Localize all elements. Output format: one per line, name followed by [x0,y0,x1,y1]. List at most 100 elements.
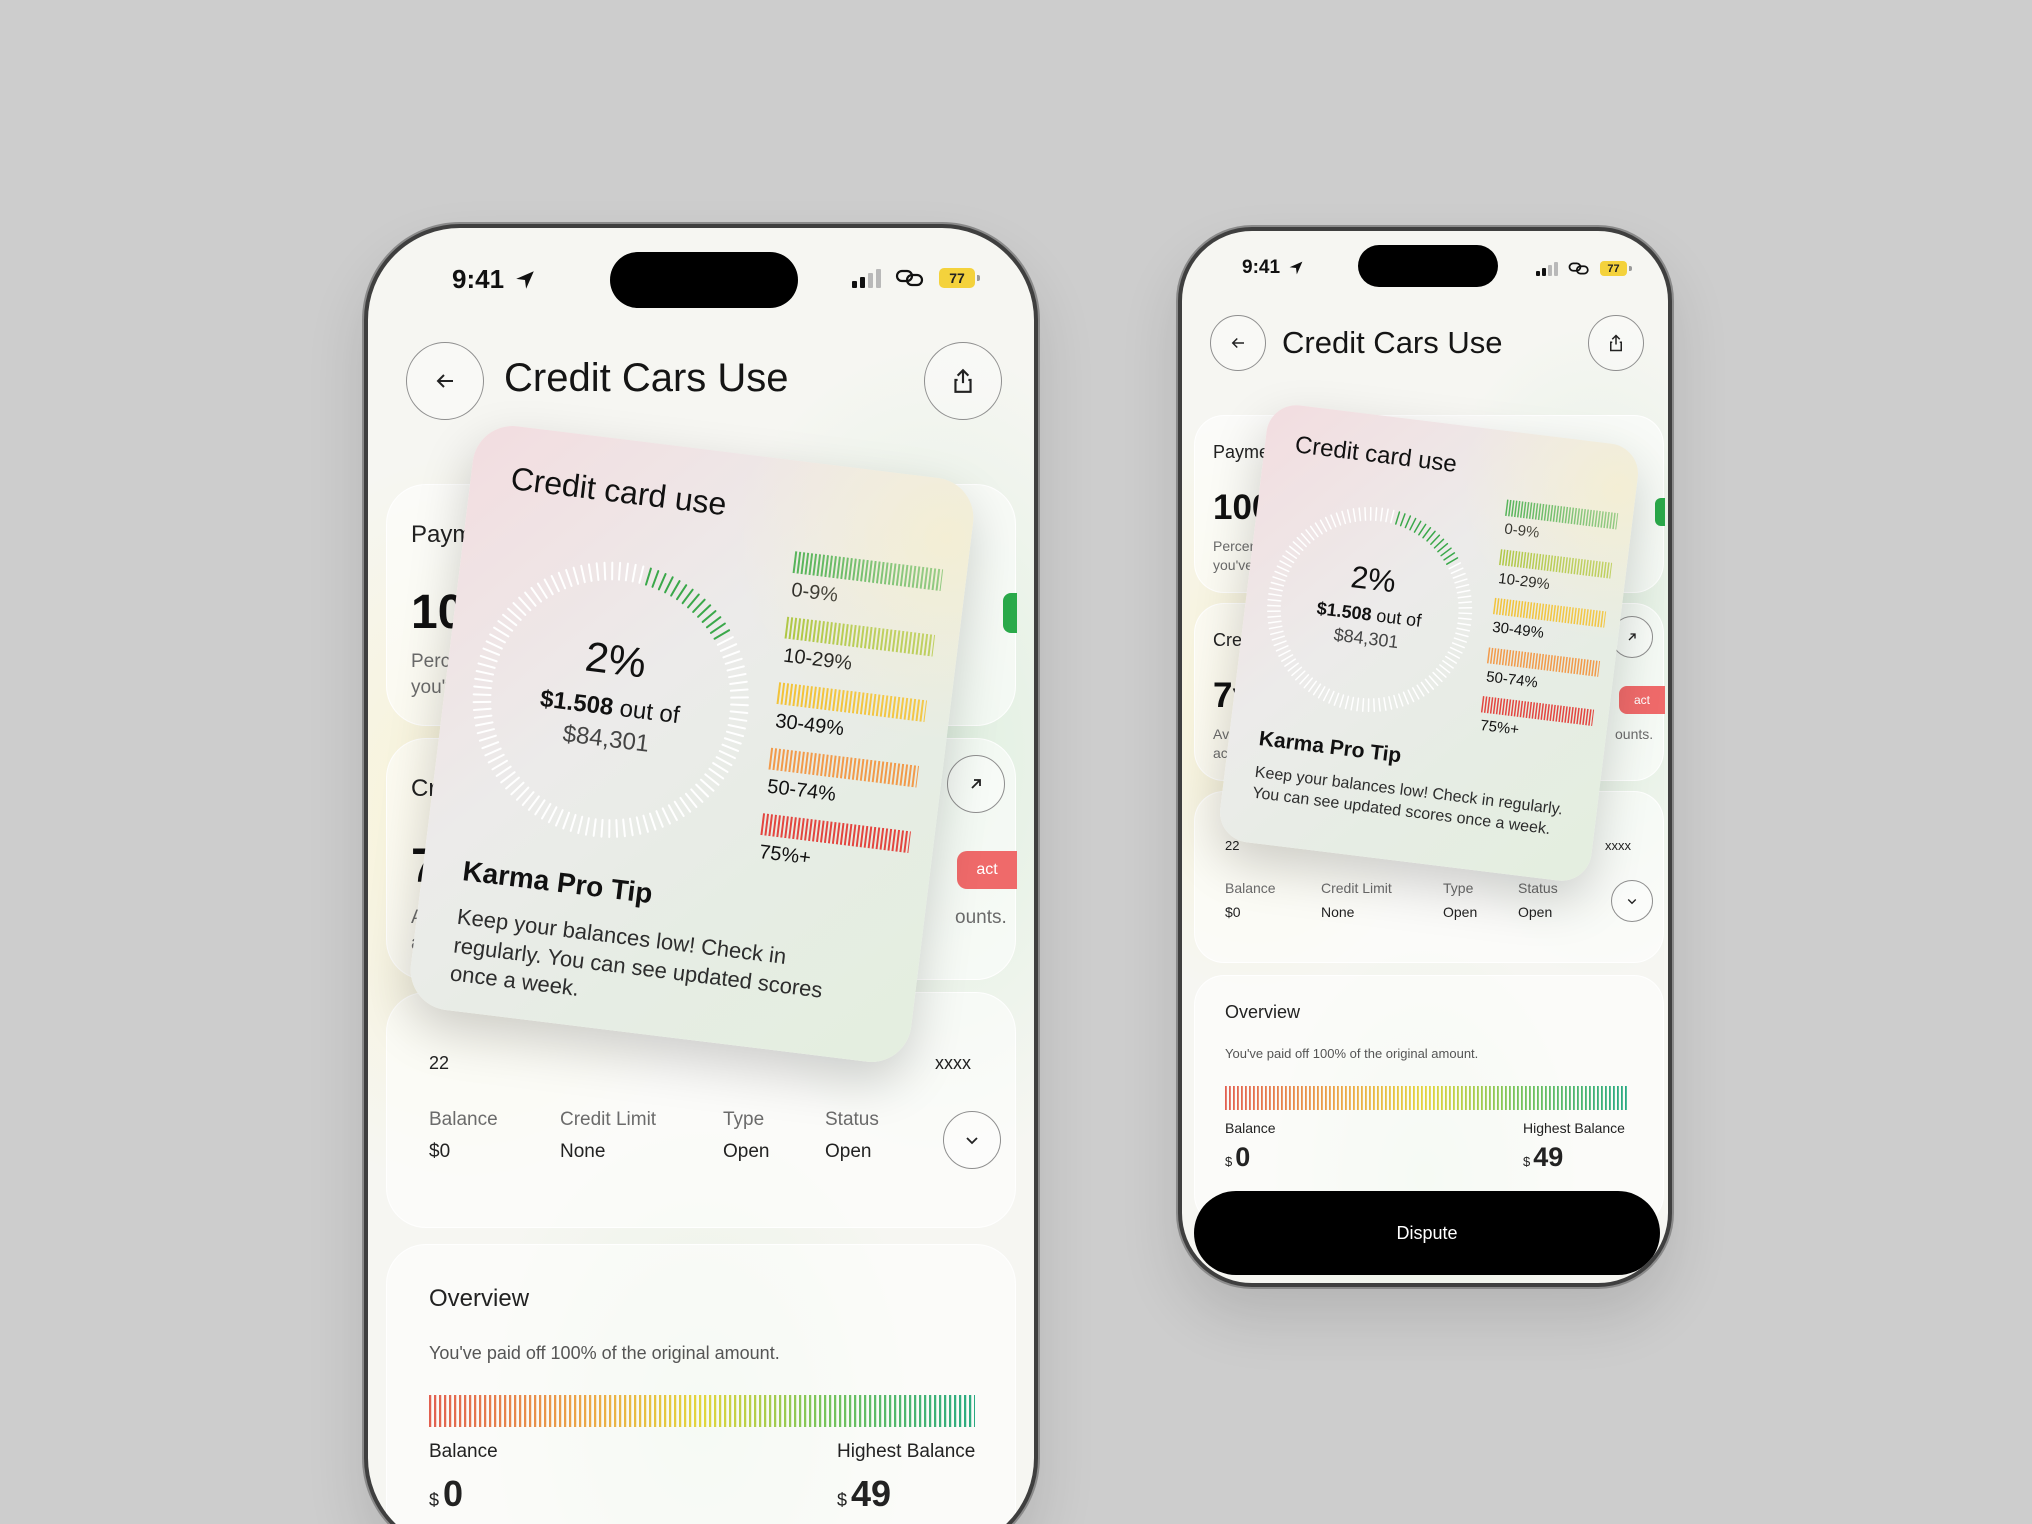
details-value-type: Open [1443,904,1478,920]
phone-large: 9:41 77 Credit Cars Use Payment 100 Perc… [364,224,1038,1524]
range-bar-stripe [907,831,911,854]
gauge-tick [708,767,725,780]
gauge-tick [534,799,546,816]
credit-age-side-text: ounts. [1615,726,1654,742]
progress-stripe [919,1395,922,1427]
range-bar-stripe [808,819,813,842]
range-bar-stripe [1543,554,1548,571]
range-bar-stripe [1537,553,1542,570]
range-bar-stripe [1537,603,1542,620]
gauge-tick [1448,562,1462,570]
range-bar-stripe [1585,609,1589,626]
arrow-left-icon [436,374,453,388]
details-value-status: Open [1518,904,1553,920]
progress-stripe [934,1395,937,1427]
share-button[interactable] [1588,315,1644,371]
range-bar-stripe [844,557,849,580]
range-bar-stripe [1534,702,1539,720]
range-bar-stripe [891,696,897,719]
back-button[interactable] [406,342,484,420]
expand-details-button[interactable] [943,1111,1001,1169]
range-bar-stripe [1576,707,1580,725]
progress-stripe [544,1395,547,1427]
range-bar-stripe [1555,655,1559,672]
range-bar-stripe [1561,606,1565,623]
progress-stripe [549,1395,552,1427]
range-bar-stripe [804,752,809,775]
range-bar-stripe [808,553,814,576]
range-bar-stripe [843,756,849,780]
expand-credit-age-button[interactable] [947,755,1005,813]
progress-stripe [889,1395,892,1427]
credit-card-use-popover: Credit card use 2% $1.508 out of $84,301… [1216,401,1642,885]
back-button[interactable] [1210,315,1266,371]
range-bar-stripe [867,826,873,849]
progress-stripe [1561,1086,1563,1110]
range-bar-stripe [883,562,889,585]
range-bar-stripe [1567,656,1571,674]
progress-stripe [824,1395,827,1427]
range-bar-stripe [812,686,817,709]
range-bar-stripe [780,682,786,705]
range-bar-stripe [1498,598,1503,615]
range-bar-stripe [871,760,877,783]
progress-stripe [584,1395,587,1427]
range-bar-stripe [852,624,857,648]
range-bar-stripe [863,759,869,782]
dispute-button[interactable]: Dispute [1194,1191,1660,1275]
range-bar-stripe [883,695,889,718]
progress-stripe [959,1395,962,1427]
gauge-tick [584,817,590,836]
gauge-tick [1407,689,1415,703]
range-bar-stripe [828,688,833,711]
range-bar-stripe [887,695,893,718]
link-icon [895,269,924,287]
share-button[interactable] [924,342,1002,420]
range-bar-stripe [1531,602,1536,620]
range-bar-stripe [915,632,921,655]
progress-stripe [1321,1086,1323,1110]
range-bar-stripe [1591,559,1595,577]
range-bar-stripe [1519,551,1524,568]
progress-stripe [669,1395,672,1427]
range-bar-stripe [844,623,849,647]
range-bar-stripe [915,765,920,788]
range-bar-stripe [812,553,818,576]
progress-stripe [1257,1086,1259,1110]
range-bar-stripe [772,814,777,837]
gauge-tick [1319,519,1328,532]
range-bar-stripe [832,688,837,712]
progress-stripe [609,1395,612,1427]
range-bar-stripe [1507,549,1512,567]
gauge-tick [547,806,558,824]
range-bar-stripe [840,689,845,713]
progress-stripe [434,1395,437,1427]
tip-title: Karma Pro Tip [1257,727,1403,768]
range-bar-stripe [879,628,885,651]
progress-stripe [709,1395,712,1427]
range-bar-stripe [1552,654,1556,672]
range-bar-stripe [1579,658,1583,675]
range-bar-stripe [831,755,837,778]
range-bar-stripe [859,825,865,848]
progress-stripe [1365,1086,1367,1110]
gauge-tick [554,809,564,827]
range-bar-stripe [824,555,830,578]
progress-stripe [464,1395,467,1427]
progress-stripe [719,1395,722,1427]
range-bar-stripe [839,756,845,779]
overview-highest-label: Highest Balance [1523,1120,1625,1136]
usage-range-label: 10-29% [782,644,854,675]
range-bar-stripe [800,618,806,641]
expand-details-button[interactable] [1611,880,1653,922]
account-number-left: 22 [429,1053,450,1073]
range-bar-stripe [1570,657,1574,674]
chevron-down-icon [1627,899,1637,905]
gauge-tick [557,571,567,590]
range-bar-stripe [792,551,798,574]
gauge-tick [1439,664,1451,674]
progress-stripe [974,1395,975,1427]
progress-stripe [429,1395,432,1427]
range-bar-stripe [812,819,817,842]
range-bar-stripe [851,691,857,714]
